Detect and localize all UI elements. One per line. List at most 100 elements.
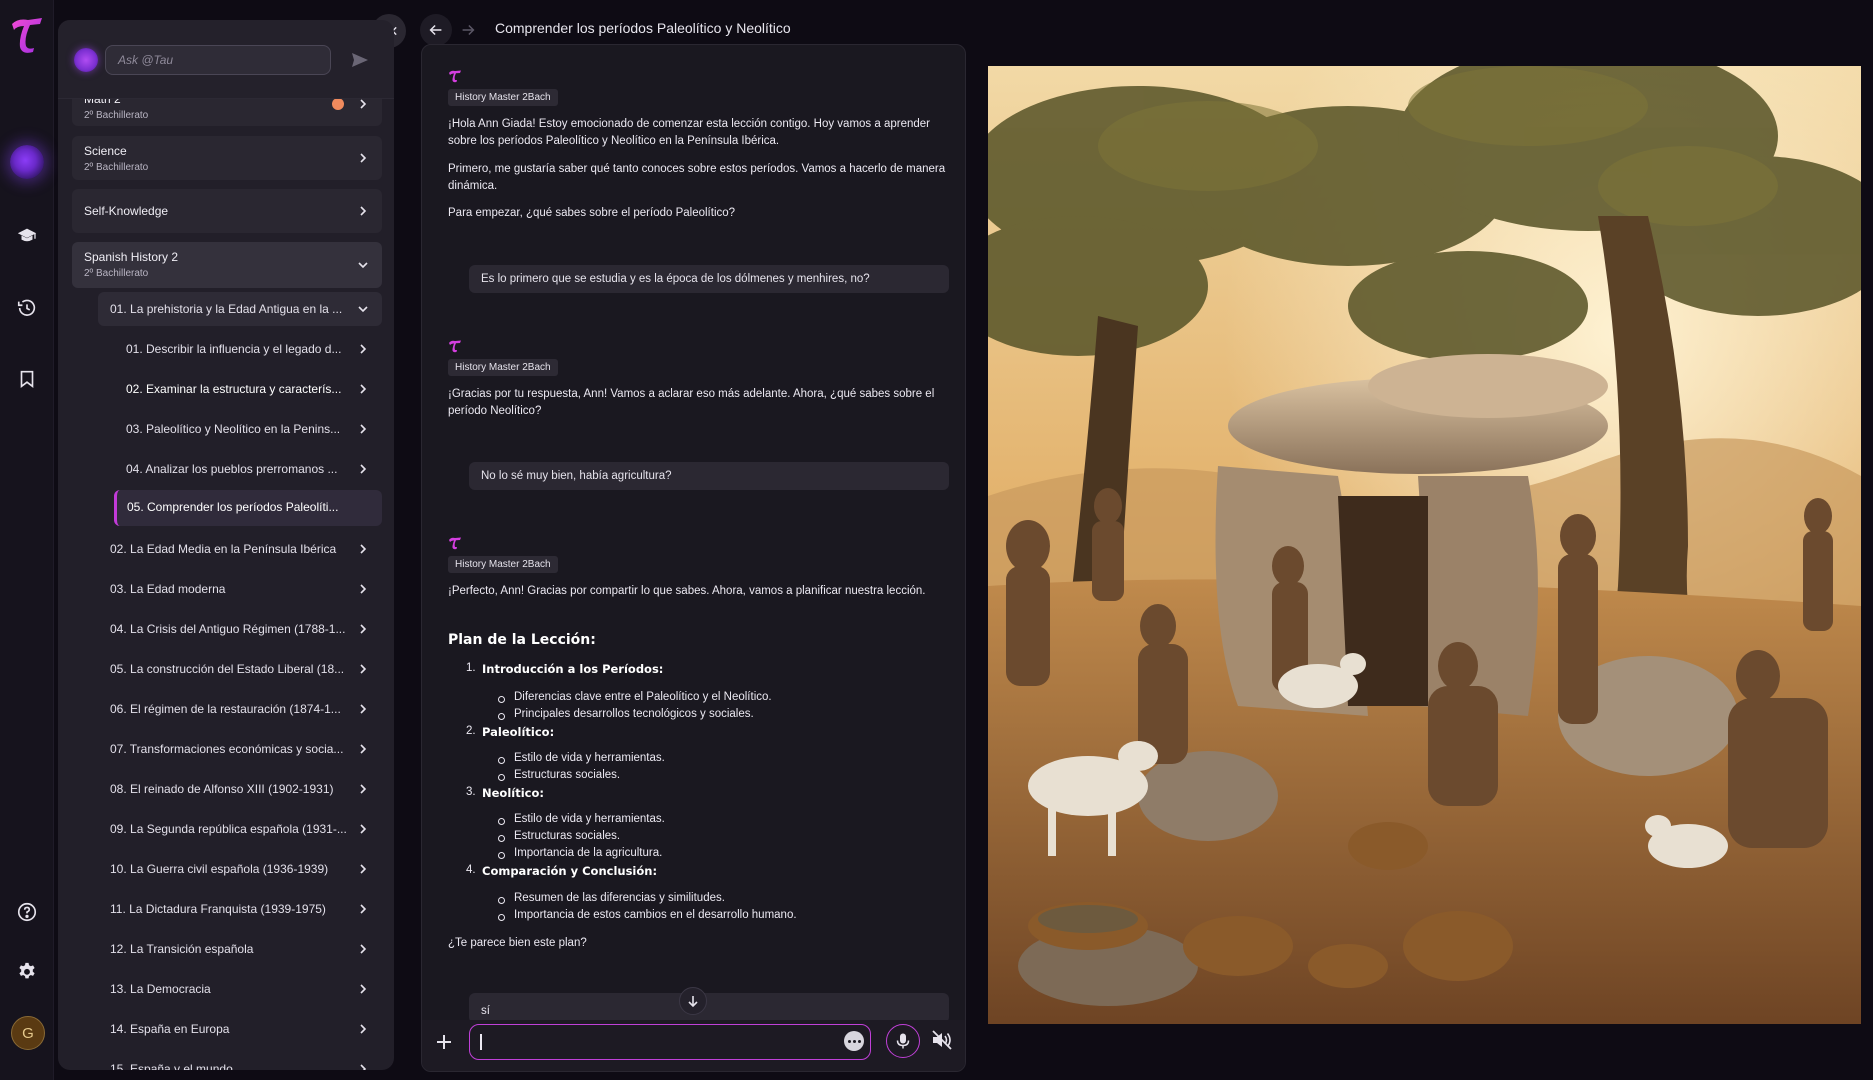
unit-item[interactable]: 07. Transformaciones económicas y socia.… bbox=[98, 732, 382, 766]
unit-item[interactable]: 08. El reinado de Alfonso XIII (1902-193… bbox=[98, 772, 382, 806]
lesson-item[interactable]: 02. Examinar la estructura y caracterís.… bbox=[114, 372, 382, 406]
unit-label: 12. La Transición española bbox=[110, 942, 254, 956]
user-message: Es lo primero que se estudia y es la épo… bbox=[469, 265, 949, 293]
plan-number: 3. bbox=[466, 786, 476, 798]
unit-label: 06. El régimen de la restauración (1874-… bbox=[110, 702, 341, 716]
chevron-down-icon bbox=[358, 262, 368, 269]
ask-input[interactable]: Ask @Tau bbox=[105, 45, 331, 75]
course-spanish-history-2[interactable]: Spanish History 2 2º Bachillerato bbox=[72, 242, 382, 288]
plan-item-heading: Comparación y Conclusión: bbox=[482, 864, 658, 878]
history-icon[interactable] bbox=[12, 293, 42, 323]
chevron-right-icon bbox=[360, 384, 367, 394]
unit-label: 11. La Dictadura Franquista (1939-1975) bbox=[110, 902, 326, 916]
chevron-right-icon bbox=[360, 206, 367, 216]
plan-bullet: Importancia de la agricultura. bbox=[497, 847, 663, 859]
course-subtitle: 2º Bachillerato bbox=[84, 162, 149, 173]
unit-item[interactable]: 13. La Democracia bbox=[98, 972, 382, 1006]
message-input[interactable] bbox=[469, 1024, 871, 1060]
unit-item[interactable]: 01. La prehistoria y la Edad Antigua en … bbox=[98, 292, 382, 326]
app-rail: G bbox=[0, 0, 54, 1080]
unit-item[interactable]: 10. La Guerra civil española (1936-1939) bbox=[98, 852, 382, 886]
unit-label: 03. La Edad moderna bbox=[110, 582, 226, 596]
message-text: Primero, me gustaría saber qué tanto con… bbox=[448, 163, 946, 192]
tau-logo-icon bbox=[449, 70, 461, 83]
lesson-item[interactable]: 01. Describir la influencia y el legado … bbox=[114, 332, 382, 366]
scroll-to-bottom-button[interactable] bbox=[679, 987, 707, 1015]
unit-item[interactable]: 14. España en Europa bbox=[98, 1012, 382, 1046]
unit-label: 02. La Edad Media en la Península Ibéric… bbox=[110, 542, 337, 556]
course-science[interactable]: Science 2º Bachillerato bbox=[72, 136, 382, 180]
plan-bullet: Resumen de las diferencias y similitudes… bbox=[498, 892, 725, 904]
plan-bullet: Estilo de vida y herramientas. bbox=[498, 813, 665, 825]
send-icon[interactable] bbox=[350, 50, 370, 70]
unit-item[interactable]: 15. España y el mundo bbox=[98, 1052, 382, 1070]
bookmark-icon[interactable] bbox=[12, 364, 42, 394]
unit-item[interactable]: 04. La Crisis del Antiguo Régimen (1788-… bbox=[98, 612, 382, 646]
lesson-item-active[interactable]: 05. Comprender los períodos Paleolíti... bbox=[114, 490, 382, 526]
microphone-icon bbox=[896, 1033, 910, 1049]
course-self-knowledge[interactable]: Self-Knowledge bbox=[72, 189, 382, 233]
learn-icon[interactable] bbox=[12, 221, 42, 251]
chevron-right-icon bbox=[360, 944, 367, 954]
user-message: No lo sé muy bien, había agricultura? bbox=[469, 462, 949, 490]
speaker-mute-icon[interactable] bbox=[930, 1028, 954, 1052]
chevron-right-icon bbox=[360, 544, 367, 554]
user-avatar[interactable]: G bbox=[11, 1016, 45, 1050]
lesson-item[interactable]: 03. Paleolítico y Neolítico en la Penins… bbox=[114, 412, 382, 446]
microphone-button[interactable] bbox=[886, 1024, 920, 1058]
unit-item[interactable]: 09. La Segunda república española (1931-… bbox=[98, 812, 382, 846]
plan-bullet: Estructuras sociales. bbox=[497, 769, 621, 781]
unit-label: 01. La prehistoria y la Edad Antigua en … bbox=[110, 302, 343, 316]
arrow-down-icon bbox=[688, 996, 698, 1008]
composer bbox=[422, 1020, 965, 1071]
course-title: Science bbox=[84, 144, 127, 158]
lesson-label: 02. Examinar la estructura y caracterís.… bbox=[126, 382, 342, 396]
back-button[interactable] bbox=[420, 14, 452, 46]
forward-button[interactable] bbox=[452, 14, 484, 46]
unit-item[interactable]: 03. La Edad moderna bbox=[98, 572, 382, 606]
message-text: ¡Perfecto, Ann! Gracias por compartir lo… bbox=[448, 585, 926, 597]
progress-dot bbox=[332, 98, 344, 110]
tau-orb-small bbox=[74, 48, 98, 72]
message-text: ¡Hola Ann Giada! Estoy emocionado de com… bbox=[448, 118, 930, 147]
tau-logo-icon bbox=[449, 340, 461, 353]
unit-label: 04. La Crisis del Antiguo Régimen (1788-… bbox=[110, 622, 346, 636]
arrow-right-icon bbox=[462, 24, 475, 36]
course-subtitle: 2º Bachillerato bbox=[84, 110, 149, 121]
tau-orb[interactable] bbox=[10, 145, 44, 179]
page-title: Comprender los períodos Paleolítico y Ne… bbox=[495, 20, 791, 36]
plan-number: 4. bbox=[466, 864, 476, 876]
plan-bullet: Estructuras sociales. bbox=[497, 830, 621, 842]
lesson-item[interactable]: 04. Analizar los pueblos prerromanos ... bbox=[114, 452, 382, 486]
tau-logo[interactable] bbox=[8, 14, 46, 54]
chevron-right-icon bbox=[360, 744, 367, 754]
unit-label: 14. España en Europa bbox=[110, 1022, 230, 1036]
message-text: ¿Te parece bien este plan? bbox=[448, 937, 587, 949]
more-options-icon[interactable] bbox=[844, 1031, 864, 1051]
tutor-badge: History Master 2Bach bbox=[448, 89, 558, 106]
lesson-label: 04. Analizar los pueblos prerromanos ... bbox=[126, 462, 338, 476]
unit-label: 09. La Segunda república española (1931-… bbox=[110, 822, 347, 836]
unit-item[interactable]: 02. La Edad Media en la Península Ibéric… bbox=[98, 532, 382, 566]
unit-item[interactable]: 05. La construcción del Estado Liberal (… bbox=[98, 652, 382, 686]
plan-item-heading: Paleolítico: bbox=[482, 725, 555, 739]
unit-label: 07. Transformaciones económicas y socia.… bbox=[110, 742, 344, 756]
unit-item[interactable]: 11. La Dictadura Franquista (1939-1975) bbox=[98, 892, 382, 926]
plan-bullet: Diferencias clave entre el Paleolítico y… bbox=[498, 691, 772, 703]
chevron-right-icon bbox=[360, 984, 367, 994]
help-icon[interactable] bbox=[12, 897, 42, 927]
chevron-right-icon bbox=[360, 99, 367, 109]
unit-item[interactable]: 12. La Transición española bbox=[98, 932, 382, 966]
lesson-label: 01. Describir la influencia y el legado … bbox=[126, 342, 342, 356]
chevron-right-icon bbox=[360, 344, 367, 354]
course-title: Self-Knowledge bbox=[84, 204, 169, 218]
settings-icon[interactable] bbox=[12, 957, 42, 987]
chevron-right-icon bbox=[360, 624, 367, 634]
unit-item[interactable]: 06. El régimen de la restauración (1874-… bbox=[98, 692, 382, 726]
tutor-badge: History Master 2Bach bbox=[448, 359, 558, 376]
unit-label: 08. El reinado de Alfonso XIII (1902-193… bbox=[110, 782, 334, 796]
chevron-right-icon bbox=[360, 424, 367, 434]
plan-bullet: Principales desarrollos tecnológicos y s… bbox=[498, 708, 754, 720]
plus-icon[interactable] bbox=[432, 1030, 456, 1054]
chevron-right-icon bbox=[360, 864, 367, 874]
